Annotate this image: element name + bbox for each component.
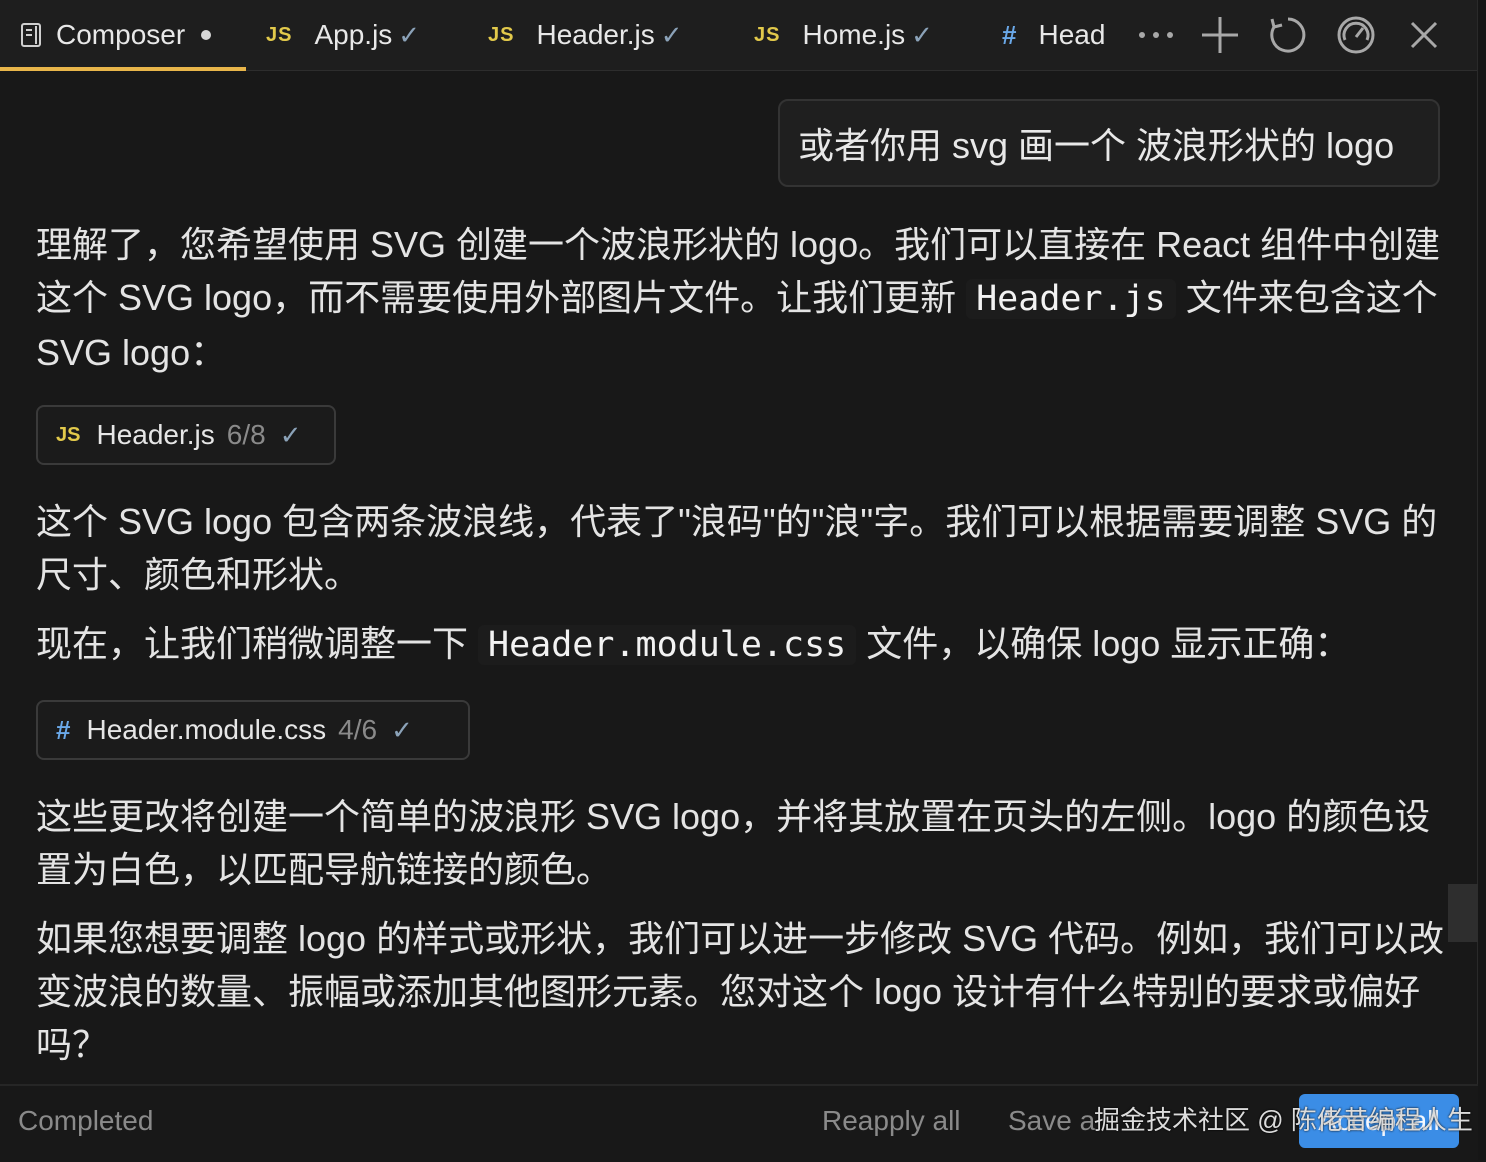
history-icon[interactable] (1254, 0, 1322, 70)
check-icon: ✓ (398, 19, 421, 50)
save-all-button[interactable]: Save a (1008, 1105, 1095, 1137)
text: 文件，以确保 logo 显示正确： (856, 623, 1351, 664)
gauge-icon[interactable] (1322, 0, 1390, 70)
tab-bar: Composer JS App.js ✓ JS Header.js ✓ JS H… (0, 0, 1478, 71)
chip-count: 4/6 (338, 714, 378, 745)
status-text: Completed (18, 1105, 154, 1136)
close-icon[interactable] (1390, 0, 1458, 70)
chip-filename: Header.js (96, 419, 215, 450)
assistant-paragraph-5: 如果您想要调整 logo 的样式或形状，我们可以进一步修改 SVG 代码。例如，… (36, 918, 1445, 1065)
check-icon: ✓ (911, 19, 933, 50)
scrollbar-thumb[interactable] (1448, 884, 1478, 942)
tab-composer[interactable]: Composer (0, 0, 246, 71)
tab-label: Header.js (536, 19, 655, 50)
tab-actions (1126, 0, 1458, 70)
watermark: 掘金技术社区 @ 陈佬昔编程人生 (1094, 1105, 1473, 1135)
assistant-paragraph-1: 理解了，您希望使用 SVG 创建一个波浪形状的 logo。我们可以直接在 Rea… (36, 218, 1446, 379)
check-icon: ✓ (391, 714, 413, 745)
file-change-chip-header-js[interactable]: JS Header.js 6/8 ✓ (36, 405, 336, 465)
js-file-icon: JS (266, 23, 293, 46)
tab-header-css[interactable]: # Head (982, 0, 1122, 70)
plus-icon[interactable] (1186, 0, 1254, 70)
css-file-icon: # (56, 714, 71, 745)
chip-filename: Header.module.css (86, 714, 327, 745)
check-icon: ✓ (660, 19, 683, 50)
js-file-icon: JS (754, 23, 781, 46)
tab-label: App.js (314, 19, 393, 50)
chip-count: 6/8 (226, 419, 266, 450)
tab-home-js[interactable]: JS Home.js ✓ (734, 0, 982, 70)
tab-label: Composer (56, 19, 186, 50)
tab-header-js[interactable]: JS Header.js ✓ (468, 0, 734, 70)
reapply-all-button[interactable]: Reapply all (822, 1105, 961, 1137)
tab-label: Head (1038, 19, 1106, 50)
bottom-bar: Completed Reapply all Save a Accept all … (0, 1084, 1478, 1162)
inline-code: Header.js (966, 279, 1176, 319)
js-file-icon: JS (56, 423, 81, 446)
css-file-icon: # (1002, 19, 1017, 50)
file-change-chip-header-css[interactable]: # Header.module.css 4/6 ✓ (36, 700, 470, 760)
inline-code: Header.module.css (478, 625, 857, 665)
assistant-paragraph-4: 这些更改将创建一个简单的波浪形 SVG logo，并将其放置在页头的左侧。log… (36, 796, 1431, 890)
unsaved-dot-icon (201, 30, 212, 40)
text: 现在，让我们稍微调整一下 (36, 623, 479, 664)
composer-icon (20, 22, 42, 48)
assistant-paragraph-2: 这个 SVG logo 包含两条波浪线，代表了"浪码"的"浪"字。我们可以根据需… (36, 501, 1438, 595)
assistant-paragraph-3: 现在，让我们稍微调整一下 Header.module.css 文件，以确保 lo… (36, 617, 1446, 672)
more-icon[interactable] (1126, 0, 1186, 70)
window-edge (1477, 0, 1486, 1160)
user-message: 或者你用 svg 画一个 波浪形状的 logo (778, 99, 1440, 187)
tab-label: Home.js (802, 19, 906, 50)
check-icon: ✓ (279, 419, 302, 450)
tab-app-js[interactable]: JS App.js ✓ (246, 0, 468, 70)
js-file-icon: JS (488, 23, 515, 46)
